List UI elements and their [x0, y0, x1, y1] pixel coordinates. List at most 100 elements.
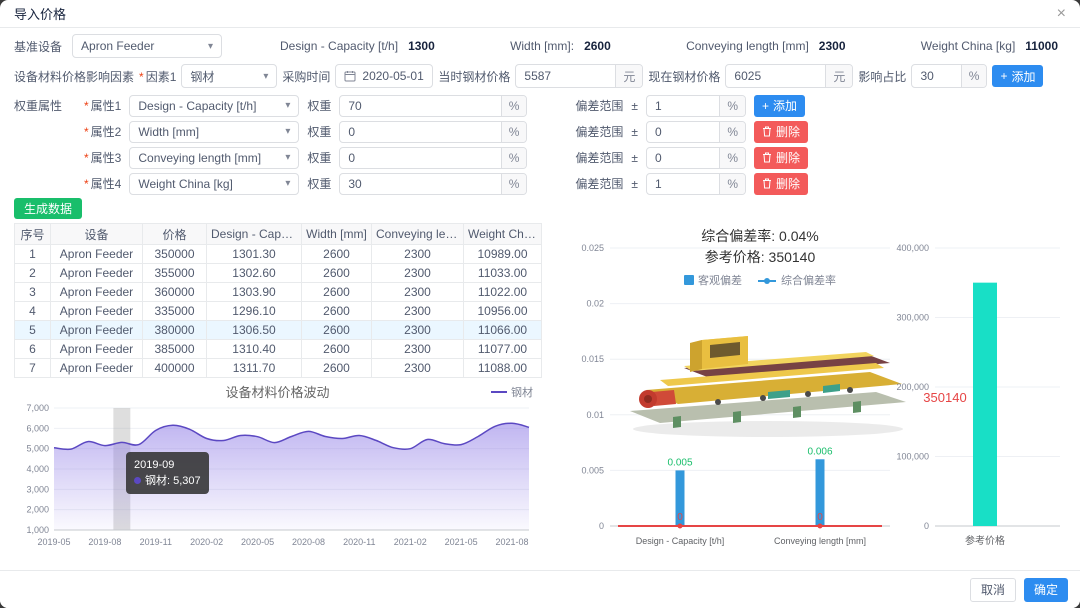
svg-text:0: 0 — [924, 521, 929, 531]
attribute-select[interactable]: Conveying length [mm] ▾ — [129, 146, 300, 169]
spec-item: Design - Capacity [t/h] 1300 — [280, 39, 435, 53]
svg-text:Design - Capacity [t/h]: Design - Capacity [t/h] — [636, 536, 725, 546]
table-row[interactable]: 1 Apron Feeder 350000 1301.30 2600 2300 10989.… — [14, 244, 542, 264]
table-cell: 2300 — [371, 320, 464, 340]
trash-icon — [762, 152, 772, 163]
table-cell: 2600 — [301, 244, 372, 264]
percent-unit: % — [500, 147, 527, 168]
add-attribute-label: 添加 — [773, 99, 798, 113]
table-cell: Apron Feeder — [50, 244, 143, 264]
ratio-input[interactable] — [912, 65, 961, 87]
plus-minus-symbol: ± — [631, 176, 638, 191]
plus-icon: + — [761, 98, 769, 113]
weight-label: 权重 — [307, 177, 332, 191]
weight-input[interactable] — [340, 95, 501, 116]
table-row[interactable]: 2 Apron Feeder 355000 1302.60 2600 2300 11033.… — [14, 263, 542, 283]
attribute-select[interactable]: Width [mm] ▾ — [129, 120, 300, 143]
add-factor-label: 添加 — [1011, 69, 1036, 84]
steel-legend[interactable]: 钢材 — [491, 384, 533, 400]
attribute-label-text: 属性1 — [90, 99, 122, 113]
now-price-input[interactable] — [726, 65, 826, 87]
table-row[interactable]: 5 Apron Feeder 380000 1306.50 2600 2300 11066.… — [14, 320, 542, 340]
attribute-select-value: Weight China [kg] — [138, 176, 233, 191]
deviation-input[interactable] — [646, 121, 720, 142]
svg-text:6,000: 6,000 — [26, 423, 49, 433]
weight-input-group: % — [339, 120, 528, 143]
add-factor-button[interactable]: + 添加 — [992, 65, 1044, 87]
table-row[interactable]: 6 Apron Feeder 385000 1310.40 2600 2300 11077.… — [14, 339, 542, 359]
generate-data-button[interactable]: 生成数据 — [14, 198, 83, 219]
svg-text:2019-11: 2019-11 — [140, 537, 172, 547]
close-icon[interactable]: × — [1057, 5, 1066, 22]
percent-unit: % — [719, 173, 745, 194]
weight-section-label: 权重属性 — [14, 99, 63, 113]
line-legend-symbol — [491, 391, 507, 393]
deviation-range-label: 偏差范围 — [575, 151, 624, 165]
attribute-select[interactable]: Design - Capacity [t/h] ▾ — [129, 94, 300, 117]
table-cell: 3 — [14, 282, 51, 302]
weight-input-group: % — [339, 94, 528, 117]
spec-value: 11000 — [1025, 39, 1058, 53]
weight-attribute-row: 权重属性 *属性1 Design - Capacity [t/h] ▾ 权重% 偏差范围 ±… — [14, 94, 1066, 117]
table-row[interactable]: 4 Apron Feeder 335000 1296.10 2600 2300 10956.… — [14, 301, 542, 321]
svg-text:0.025: 0.025 — [581, 243, 604, 253]
delete-attribute-label: 删除 — [775, 151, 800, 165]
column-header: Width [mm] — [301, 223, 372, 245]
attribute-label-text: 属性2 — [90, 125, 122, 139]
table-cell: 2300 — [371, 358, 464, 378]
attribute-select-value: Design - Capacity [t/h] — [138, 98, 257, 113]
steel-price-chart: 设备材料价格波动 钢材 7,000 6,000 5,000 4,000 3,000 2,0… — [14, 380, 541, 552]
attribute-select-value: Conveying length [mm] — [138, 150, 262, 165]
generated-data-table: 序号设备价格Design - Capacity...Width [mm]Conv… — [14, 223, 542, 378]
weight-input[interactable] — [340, 173, 501, 194]
steel-price-chart-canvas: 7,000 6,000 5,000 4,000 3,000 2,000 1,000 2019-… — [26, 403, 530, 547]
required-marker: * — [84, 99, 89, 113]
purchase-date-input[interactable]: 2020-05-01 — [335, 64, 434, 88]
attribute-select[interactable]: Weight China [kg] ▾ — [129, 172, 300, 195]
table-cell: 1306.50 — [206, 320, 302, 340]
svg-text:3,000: 3,000 — [26, 484, 49, 494]
table-row[interactable]: 7 Apron Feeder 400000 1311.70 2600 2300 11088.… — [14, 358, 542, 378]
table-cell: 11022.00 — [463, 282, 542, 302]
factor-select[interactable]: 钢材 ▾ — [181, 64, 278, 88]
purchase-time-label: 采购时间 — [282, 69, 331, 84]
delete-attribute-button[interactable]: 删除 — [753, 172, 808, 195]
cancel-button[interactable]: 取消 — [969, 577, 1016, 602]
chevron-down-icon: ▾ — [285, 178, 291, 189]
trash-icon — [762, 126, 772, 137]
add-attribute-button[interactable]: + 添加 — [753, 94, 806, 117]
base-device-select[interactable]: Apron Feeder ▾ — [72, 34, 223, 58]
weight-input-group: % — [339, 172, 528, 195]
deviation-input-group: % — [645, 172, 746, 195]
deviation-input[interactable] — [646, 173, 720, 194]
weight-input[interactable] — [340, 121, 501, 142]
table-cell: 355000 — [142, 263, 207, 283]
svg-text:2020-02: 2020-02 — [190, 537, 223, 547]
table-row[interactable]: 3 Apron Feeder 360000 1303.90 2600 2300 11022.… — [14, 282, 542, 302]
chevron-down-icon: ▾ — [285, 152, 291, 163]
deviation-input[interactable] — [646, 147, 720, 168]
delete-attribute-button[interactable]: 删除 — [753, 120, 808, 143]
percent-unit: % — [719, 147, 745, 168]
table-cell: 1311.70 — [206, 358, 302, 378]
deviation-input[interactable] — [646, 95, 720, 116]
base-device-row: 基准设备 Apron Feeder ▾ Design - Capacity [t… — [14, 34, 1066, 58]
spec-item: Width [mm]: 2600 — [510, 39, 611, 53]
required-marker: * — [84, 125, 89, 139]
ratio-input-group: % — [911, 64, 988, 88]
table-cell: 2600 — [301, 301, 372, 321]
svg-text:1,000: 1,000 — [26, 525, 49, 535]
confirm-button[interactable]: 确定 — [1023, 577, 1068, 602]
chart-title: 设备材料价格波动 — [225, 385, 330, 400]
column-header: Design - Capacity... — [206, 223, 302, 245]
factor-section-label: 设备材料价格影响因素 — [14, 69, 135, 84]
weight-input[interactable] — [340, 147, 501, 168]
percent-unit: % — [719, 95, 745, 116]
column-header: Conveying length... — [371, 223, 464, 245]
svg-text:0: 0 — [677, 512, 683, 523]
table-cell: 11088.00 — [463, 358, 542, 378]
attribute-label: * 属性3 — [84, 149, 121, 166]
delete-attribute-button[interactable]: 删除 — [753, 146, 808, 169]
required-marker: * — [84, 151, 89, 165]
then-price-input[interactable] — [516, 65, 616, 87]
